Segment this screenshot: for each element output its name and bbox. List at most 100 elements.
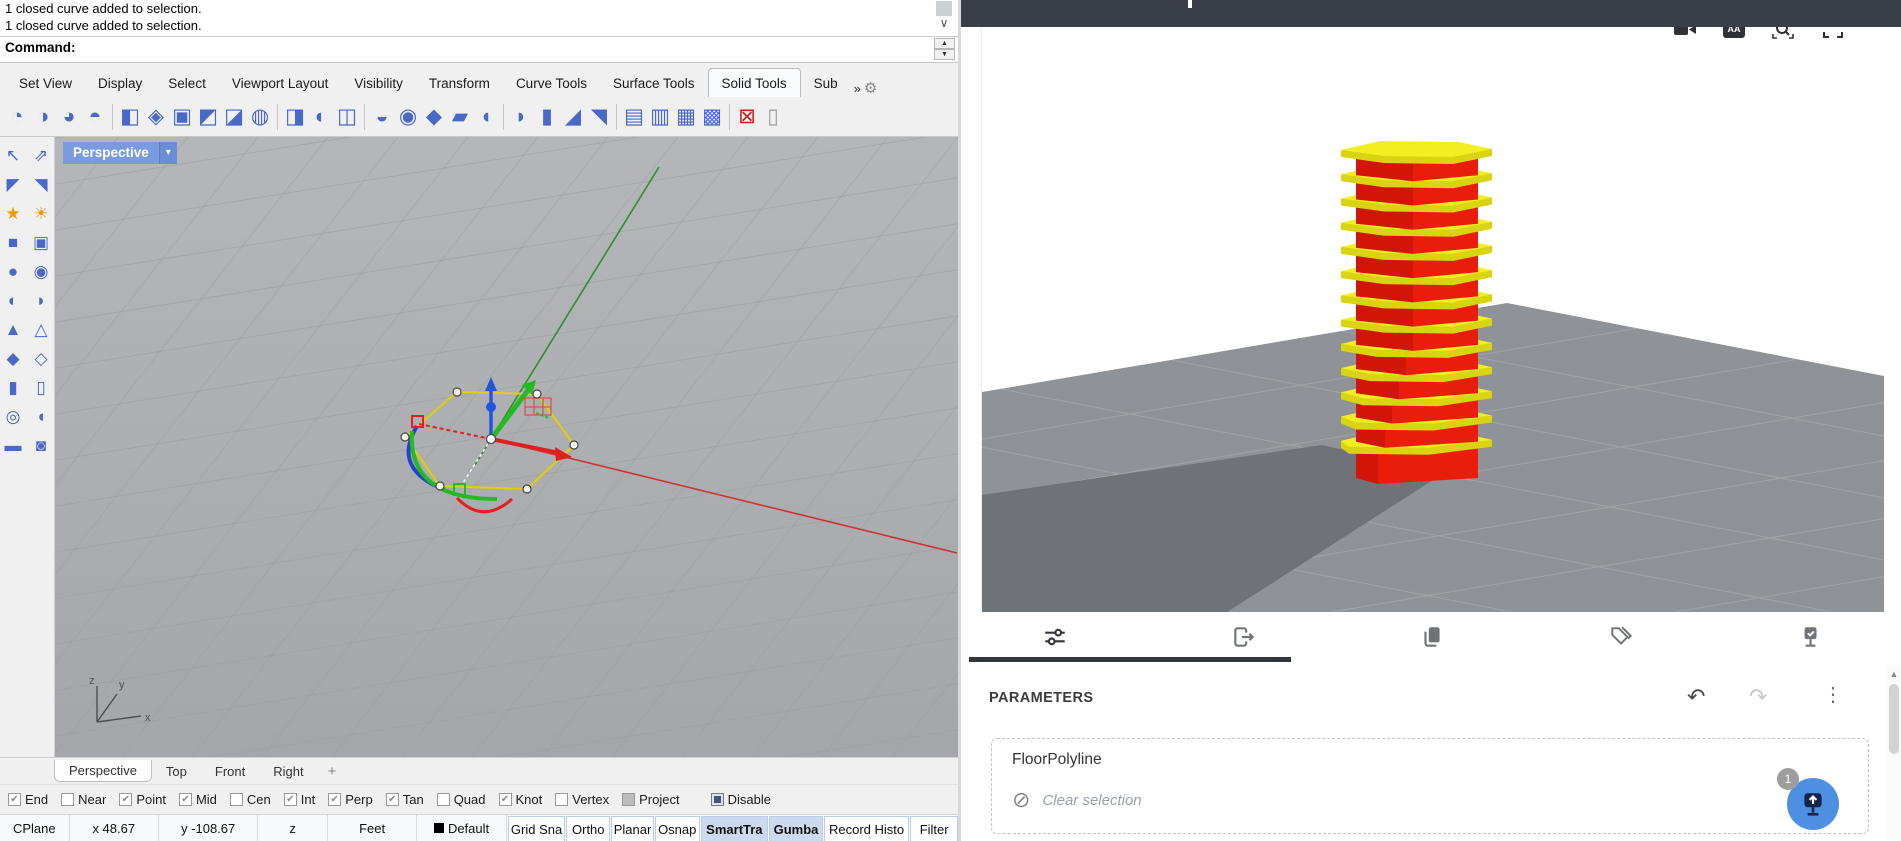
osnap-perp[interactable]: ✔Perp <box>328 792 372 807</box>
sidebar-icon-3-0[interactable]: ■ <box>2 232 24 254</box>
sidebar-icon-1-0[interactable]: ◤ <box>2 174 24 196</box>
osnap-project[interactable]: Project <box>622 792 679 807</box>
gear-icon[interactable]: ⚙ <box>864 79 877 97</box>
osnap-vertex[interactable]: Vertex <box>555 792 609 807</box>
sidebar-icon-1-1[interactable]: ◥ <box>30 174 52 196</box>
status-osnap[interactable]: Osnap <box>655 816 700 841</box>
status-filter[interactable]: Filter <box>910 816 958 841</box>
menu-tab-visibility[interactable]: Visibility <box>341 69 416 97</box>
sidebar-icon-8-0[interactable]: ▮ <box>2 377 24 399</box>
command-prompt[interactable]: Command: ▲ ▼ <box>0 37 958 63</box>
status-smarttra[interactable]: SmartTra <box>701 816 769 841</box>
toolbar-icon-2-1[interactable]: ◐ <box>308 103 334 131</box>
sidebar-icon-0-0[interactable]: ↖ <box>2 145 24 167</box>
status-grid-sna[interactable]: Grid Sna <box>508 816 566 841</box>
status-record-histo[interactable]: Record Histo <box>824 816 909 841</box>
sidebar-icon-5-0[interactable]: ◐ <box>2 290 24 312</box>
checkbox-disable[interactable] <box>711 793 724 806</box>
toolbar-icon-5-3[interactable]: ▩ <box>699 103 725 131</box>
scroll-up-icon[interactable]: ▲ <box>1887 666 1901 679</box>
status-ortho[interactable]: Ortho <box>566 816 610 841</box>
sidebar-icon-8-1[interactable]: ▯ <box>30 377 52 399</box>
history-scrollbar[interactable]: ∨ <box>934 1 954 35</box>
checkbox-project[interactable] <box>622 793 635 806</box>
menu-tab-display[interactable]: Display <box>85 69 155 97</box>
toolbar-icon-2-2[interactable]: ◫ <box>334 103 360 131</box>
command-history[interactable]: 1 closed curve added to selection. 1 clo… <box>0 0 958 37</box>
sidebar-icon-9-0[interactable]: ◎ <box>2 406 24 428</box>
osnap-near[interactable]: Near <box>61 792 106 807</box>
toolbar-icon-4-2[interactable]: ◢ <box>560 103 586 131</box>
export-tab[interactable] <box>1150 612 1339 662</box>
tab-overflow-chevron[interactable]: » <box>851 81 864 96</box>
toolbar-icon-6-1[interactable]: ▯ <box>760 103 786 131</box>
view-tab-perspective[interactable]: Perspective <box>54 760 152 782</box>
status-x-48-67[interactable]: x 48.67 <box>70 815 159 841</box>
toolbar-icon-0-2[interactable]: ◕ <box>56 103 82 131</box>
menu-tab-sub[interactable]: Sub <box>801 69 851 97</box>
spinner-down-icon[interactable]: ▼ <box>934 49 955 60</box>
sidebar-icon-5-1[interactable]: ◗ <box>30 290 52 312</box>
sidebar-icon-2-0[interactable]: ★ <box>2 203 24 225</box>
checkbox-perp[interactable]: ✔ <box>328 793 341 806</box>
menu-tab-viewport-layout[interactable]: Viewport Layout <box>219 69 342 97</box>
spinner-up-icon[interactable]: ▲ <box>934 38 955 49</box>
status-z[interactable]: z <box>258 815 328 841</box>
view-tab-top[interactable]: Top <box>152 761 201 782</box>
status-y-108-67[interactable]: y -108.67 <box>159 815 258 841</box>
toolbar-icon-4-3[interactable]: ◥ <box>586 103 612 131</box>
viewer-3d-canvas[interactable] <box>981 27 1884 612</box>
gumball[interactable] <box>55 137 958 757</box>
undo-icon[interactable]: ↶ <box>1687 684 1705 710</box>
osnap-point[interactable]: ✔Point <box>119 792 166 807</box>
viewport-title-label[interactable]: Perspective <box>63 142 159 164</box>
view-tab-front[interactable]: Front <box>201 761 259 782</box>
checkbox-near[interactable] <box>61 793 74 806</box>
osnap-cen[interactable]: Cen <box>230 792 271 807</box>
chevron-down-icon[interactable]: ▾ <box>159 142 177 164</box>
checkbox-tan[interactable]: ✔ <box>386 793 399 806</box>
menu-tab-surface-tools[interactable]: Surface Tools <box>600 69 708 97</box>
osnap-end[interactable]: ✔End <box>8 792 48 807</box>
perspective-viewport[interactable]: Perspective ▾ z y x <box>55 137 958 757</box>
menu-tab-set-view[interactable]: Set View <box>6 69 85 97</box>
parameters-scrollbar[interactable]: ▲ <box>1887 666 1901 841</box>
view-tab-right[interactable]: Right <box>259 761 317 782</box>
add-viewport-icon[interactable]: + <box>318 763 337 780</box>
menu-tab-select[interactable]: Select <box>155 69 219 97</box>
sidebar-icon-4-1[interactable]: ◉ <box>30 261 52 283</box>
toolbar-icon-0-1[interactable]: ◑ <box>30 103 56 131</box>
osnap-mid[interactable]: ✔Mid <box>179 792 217 807</box>
toolbar-icon-5-2[interactable]: ▦ <box>673 103 699 131</box>
toolbar-icon-5-0[interactable]: ▤ <box>621 103 647 131</box>
sidebar-icon-7-0[interactable]: ◆ <box>2 348 24 370</box>
toolbar-icon-6-0[interactable]: ⊠ <box>734 103 760 131</box>
checkbox-quad[interactable] <box>437 793 450 806</box>
toolbar-icon-3-3[interactable]: ▰ <box>447 103 473 131</box>
osnap-int[interactable]: ✔Int <box>284 792 315 807</box>
clear-selection-button[interactable]: ⊘ Clear selection <box>1012 787 1142 813</box>
sidebar-icon-10-1[interactable]: ◙ <box>30 435 52 457</box>
status-gumba[interactable]: Gumba <box>769 816 823 841</box>
toolbar-icon-4-0[interactable]: ◗ <box>508 103 534 131</box>
sidebar-icon-7-1[interactable]: ◇ <box>30 348 52 370</box>
checkbox-cen[interactable] <box>230 793 243 806</box>
menu-tab-transform[interactable]: Transform <box>416 69 503 97</box>
toolbar-icon-2-0[interactable]: ◨ <box>282 103 308 131</box>
parameters-tab[interactable] <box>961 612 1150 662</box>
osnap-quad[interactable]: Quad <box>437 792 486 807</box>
checkbox-vertex[interactable] <box>555 793 568 806</box>
redo-icon[interactable]: ↷ <box>1749 684 1767 710</box>
toolbar-icon-1-2[interactable]: ▣ <box>169 103 195 131</box>
sidebar-icon-10-0[interactable]: ▬ <box>2 435 24 457</box>
toolbar-icon-1-1[interactable]: ◈ <box>143 103 169 131</box>
osnap-tan[interactable]: ✔Tan <box>386 792 424 807</box>
sidebar-icon-0-1[interactable]: ⇗ <box>30 145 52 167</box>
toolbar-icon-4-1[interactable]: ▮ <box>534 103 560 131</box>
sidebar-icon-3-1[interactable]: ▣ <box>30 232 52 254</box>
layers-tab[interactable] <box>1338 612 1527 662</box>
status-planar[interactable]: Planar <box>611 816 654 841</box>
scrollbar-thumb[interactable] <box>1889 684 1899 754</box>
toolbar-icon-1-3[interactable]: ◩ <box>195 103 221 131</box>
checkbox-mid[interactable]: ✔ <box>179 793 192 806</box>
